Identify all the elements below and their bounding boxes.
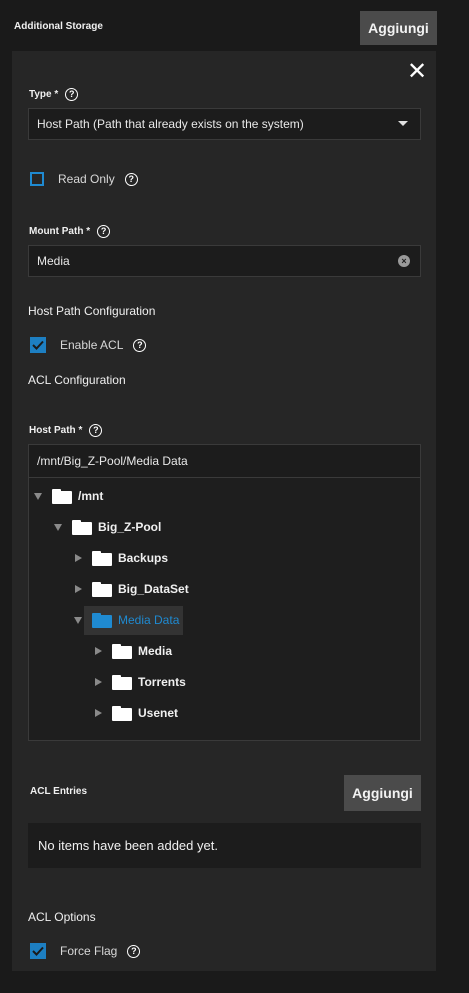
force-flag-row: Force Flag ? <box>30 943 141 959</box>
expand-icon[interactable] <box>95 647 102 655</box>
expand-icon[interactable] <box>75 554 82 562</box>
acl-entries-label: ACL Entries <box>30 786 88 797</box>
check-icon <box>32 946 44 956</box>
folder-icon <box>72 519 92 535</box>
tree-node[interactable]: Usenet <box>95 702 178 724</box>
tree-node[interactable]: Torrents <box>95 671 186 693</box>
host-path-label-row: Host Path * ? <box>29 424 103 437</box>
acl-entries-empty: No items have been added yet. <box>28 823 421 868</box>
folder-icon <box>92 550 112 566</box>
enable-acl-checkbox[interactable] <box>30 337 46 353</box>
expand-icon[interactable] <box>95 678 102 686</box>
force-flag-checkbox[interactable] <box>30 943 46 959</box>
help-icon[interactable]: ? <box>97 225 111 238</box>
expand-icon[interactable] <box>75 585 82 593</box>
help-icon[interactable]: ? <box>124 172 138 186</box>
add-acl-entry-button[interactable]: Aggiungi <box>344 775 421 811</box>
force-flag-label: Force Flag <box>60 944 118 958</box>
tree-node-label: Big_DataSet <box>118 582 189 596</box>
host-path-label: Host Path * <box>29 425 83 436</box>
host-path-input[interactable]: /mnt/Big_Z-Pool/Media Data <box>28 444 421 478</box>
type-label-row: Type * ? <box>29 88 79 101</box>
folder-icon <box>112 643 132 659</box>
read-only-row: Read Only ? <box>30 172 138 186</box>
type-label: Type * <box>29 89 59 100</box>
help-icon[interactable]: ? <box>89 424 103 437</box>
folder-icon <box>112 674 132 690</box>
tree-node-label: Big_Z-Pool <box>98 520 162 534</box>
add-storage-button[interactable]: Aggiungi <box>360 11 437 45</box>
help-icon[interactable]: ? <box>65 88 79 101</box>
tree-node-selected[interactable]: Media Data <box>74 609 179 631</box>
read-only-label: Read Only <box>58 172 115 186</box>
clear-icon[interactable]: × <box>398 255 410 267</box>
tree-node-label: /mnt <box>78 489 104 503</box>
host-path-config-heading: Host Path Configuration <box>28 304 156 318</box>
folder-icon <box>52 488 72 504</box>
enable-acl-label: Enable ACL <box>60 338 124 352</box>
tree-node-label: Torrents <box>138 675 186 689</box>
tree-node[interactable]: Big_DataSet <box>75 578 189 600</box>
check-icon <box>32 340 44 350</box>
type-select[interactable]: Host Path (Path that already exists on t… <box>28 108 421 140</box>
chevron-down-icon <box>398 121 408 126</box>
tree-node-label: Media <box>138 644 173 658</box>
enable-acl-row: Enable ACL ? <box>30 337 147 353</box>
acl-config-heading: ACL Configuration <box>28 373 126 387</box>
read-only-checkbox[interactable] <box>30 172 44 186</box>
tree-node-label: Backups <box>118 551 169 565</box>
mount-path-label: Mount Path * <box>29 226 91 237</box>
tree-node[interactable]: Media <box>95 640 172 662</box>
help-icon[interactable]: ? <box>127 944 141 958</box>
help-icon[interactable]: ? <box>133 338 147 352</box>
acl-options-heading: ACL Options <box>28 910 96 924</box>
tree-node[interactable]: Big_Z-Pool <box>54 516 161 538</box>
tree-node-label: Media Data <box>118 613 180 627</box>
folder-icon <box>112 705 132 721</box>
expand-icon[interactable] <box>95 709 102 717</box>
folder-icon <box>92 581 112 597</box>
collapse-icon[interactable] <box>74 616 82 624</box>
mount-path-input[interactable]: Media × <box>28 245 421 277</box>
tree-node[interactable]: /mnt <box>34 485 103 507</box>
type-select-value: Host Path (Path that already exists on t… <box>37 117 304 131</box>
section-title: Additional Storage <box>14 21 103 32</box>
close-icon[interactable]: ✕ <box>404 58 430 85</box>
tree-node-label: Usenet <box>138 706 179 720</box>
mount-path-value: Media <box>37 254 70 268</box>
folder-icon <box>92 612 112 628</box>
mount-path-label-row: Mount Path * ? <box>29 225 111 238</box>
tree-node[interactable]: Backups <box>75 547 168 569</box>
host-path-value: /mnt/Big_Z-Pool/Media Data <box>37 454 188 468</box>
collapse-icon[interactable] <box>34 492 42 500</box>
collapse-icon[interactable] <box>54 523 62 531</box>
